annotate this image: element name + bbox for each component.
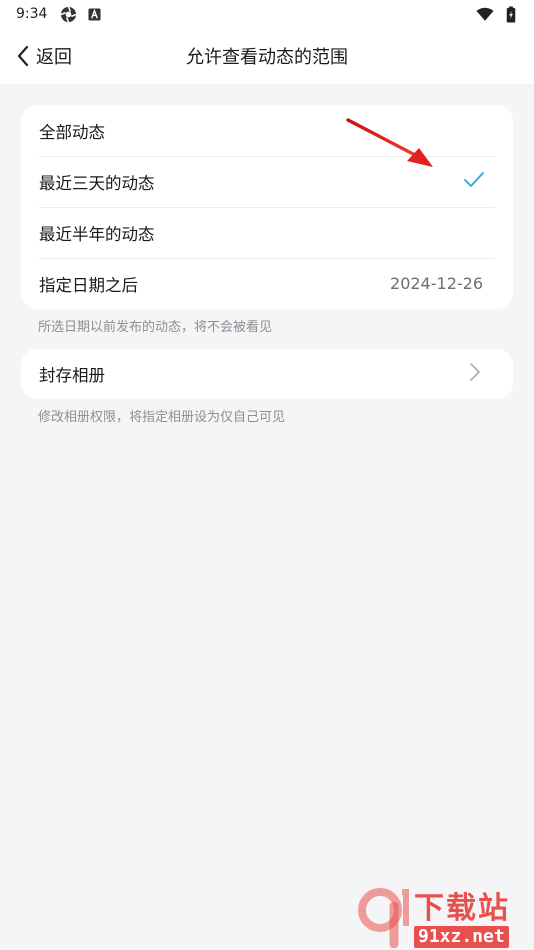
options-hint: 所选日期以前发布的动态，将不会被看见	[38, 320, 273, 335]
page-title: 允许查看动态的范围	[186, 47, 348, 68]
wifi-icon	[476, 5, 494, 23]
watermark-en: 91xz.net	[414, 926, 509, 948]
album-hint: 修改相册权限，将指定相册设为仅自己可见	[38, 410, 286, 425]
nav-bar: 返回 允许查看动态的范围	[0, 28, 534, 84]
a-box-icon	[85, 5, 103, 23]
checkmark-icon	[463, 171, 495, 193]
archive-album-label: 封存相册	[39, 366, 105, 385]
battery-charging-icon	[502, 5, 520, 23]
watermark-logo-icon	[354, 886, 412, 949]
status-bar: 9:34	[0, 0, 534, 28]
archive-album-row[interactable]: 封存相册	[21, 349, 513, 399]
option-label: 指定日期之后	[39, 275, 138, 295]
back-label: 返回	[36, 47, 72, 68]
chevron-left-icon	[17, 45, 29, 67]
selected-date: 2024-12-26	[390, 274, 483, 293]
option-last-half-year[interactable]: 最近半年的动态	[21, 207, 513, 258]
option-label: 全部动态	[39, 122, 105, 142]
album-settings-card: 封存相册	[21, 349, 513, 399]
visibility-options-list: 全部动态 最近三天的动态 最近半年的动态 指定日期之后 2024-12-26	[21, 105, 513, 309]
chevron-right-icon	[469, 362, 495, 386]
option-label: 最近半年的动态	[39, 224, 155, 244]
option-last-three-days[interactable]: 最近三天的动态	[21, 156, 513, 207]
site-watermark: 下载站 91xz.net	[354, 884, 530, 949]
aperture-icon	[59, 5, 77, 23]
option-label: 最近三天的动态	[39, 173, 155, 193]
watermark-cn: 下载站	[414, 891, 510, 926]
option-after-date[interactable]: 指定日期之后 2024-12-26	[21, 258, 513, 309]
status-time: 9:34	[16, 6, 48, 22]
back-button[interactable]: 返回	[0, 28, 72, 84]
option-all-posts[interactable]: 全部动态	[21, 105, 513, 156]
